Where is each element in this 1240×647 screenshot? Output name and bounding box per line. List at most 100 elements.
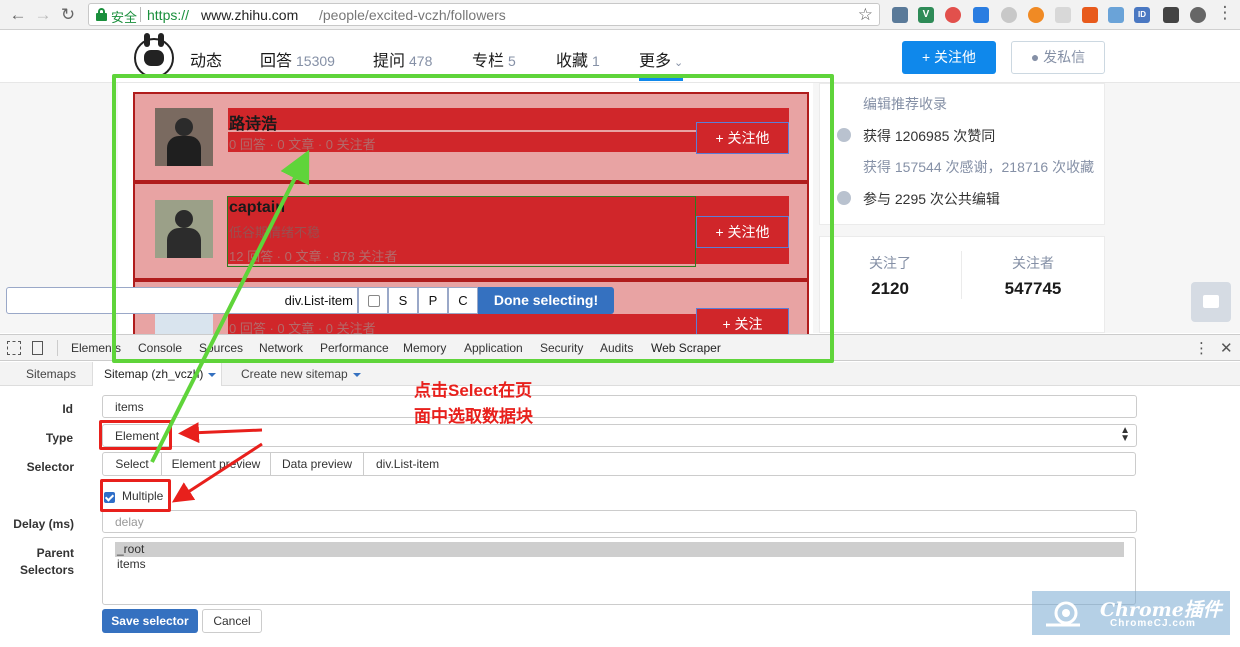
- extension-office-icon[interactable]: [1082, 7, 1098, 23]
- caret-down-icon: [352, 372, 361, 377]
- forward-icon[interactable]: →: [33, 5, 53, 25]
- browser-toolbar: ← → ↻ 安全 https:// www.zhihu.com /people/…: [0, 0, 1240, 30]
- tab-console[interactable]: Console: [138, 341, 182, 355]
- selector-preview-input[interactable]: div.List-item: [6, 287, 358, 314]
- save-selector-button[interactable]: Save selector: [102, 609, 198, 633]
- select-key-p[interactable]: P: [418, 287, 448, 314]
- cancel-button[interactable]: Cancel: [202, 609, 262, 633]
- list-item[interactable]: captain 低谷期情绪不稳 12 回答 · 0 文章 · 878 关注者 +…: [133, 182, 809, 280]
- avatar[interactable]: [134, 33, 174, 78]
- tab-audits[interactable]: Audits: [600, 341, 633, 355]
- tab-elements[interactable]: Elements: [71, 341, 121, 355]
- select-key-c[interactable]: C: [448, 287, 478, 314]
- following-label[interactable]: 关注了: [840, 253, 940, 273]
- tab-performance[interactable]: Performance: [320, 341, 389, 355]
- address-bar[interactable]: 安全 https:// www.zhihu.com /people/excite…: [88, 3, 880, 26]
- extension-v-icon[interactable]: V: [918, 7, 934, 23]
- extension-id-icon[interactable]: ID: [1134, 7, 1150, 23]
- edit-recommend-text[interactable]: 编辑推荐收录: [863, 94, 947, 114]
- parent-option-root[interactable]: _root: [115, 542, 1124, 557]
- selector-label: Selector: [26, 460, 74, 474]
- checkbox-checked-icon[interactable]: [104, 492, 115, 503]
- tab-network[interactable]: Network: [259, 341, 303, 355]
- tab-sources[interactable]: Sources: [199, 341, 243, 355]
- follower-avatar[interactable]: [155, 108, 213, 166]
- extension-icon[interactable]: [945, 7, 961, 23]
- tab-questions[interactable]: 提问 478: [373, 47, 432, 71]
- device-toolbar-icon[interactable]: [32, 341, 43, 355]
- followers-count[interactable]: 547745: [983, 279, 1083, 299]
- follower-avatar[interactable]: [155, 200, 213, 258]
- follow-user-button[interactable]: + 关注: [696, 308, 789, 336]
- message-button[interactable]: ● 发私信: [1011, 41, 1105, 74]
- devtools-tabbar: Elements Console Sources Network Perform…: [0, 334, 1240, 361]
- id-input[interactable]: items: [102, 395, 1137, 418]
- tab-security[interactable]: Security: [540, 341, 583, 355]
- tab-more[interactable]: 更多 ⌄: [639, 47, 683, 71]
- tab-activity[interactable]: 动态: [190, 47, 222, 71]
- tab-memory[interactable]: Memory: [403, 341, 446, 355]
- following-count[interactable]: 2120: [840, 279, 940, 299]
- extension-shield-icon[interactable]: [1055, 7, 1071, 23]
- menu-dots-icon[interactable]: ⋮: [1215, 3, 1235, 23]
- caret-down-icon: [208, 372, 217, 377]
- select-key-s[interactable]: S: [388, 287, 418, 314]
- data-preview-button[interactable]: Data preview: [270, 452, 364, 476]
- bookmark-star-icon[interactable]: ☆: [858, 5, 873, 25]
- delay-input[interactable]: delay: [102, 510, 1137, 533]
- back-icon[interactable]: ←: [8, 5, 28, 25]
- tab-collections[interactable]: 收藏 1: [556, 47, 600, 71]
- extension-icon[interactable]: [892, 7, 908, 23]
- watermark: Chrome插件 ChromeCJ.com: [1032, 591, 1230, 635]
- extension-icon[interactable]: [1190, 7, 1206, 23]
- follower-name[interactable]: captain: [229, 199, 285, 217]
- reload-icon[interactable]: ↻: [58, 5, 78, 25]
- extension-icon[interactable]: [973, 7, 989, 23]
- nav-sitemaps[interactable]: Sitemaps: [26, 367, 76, 381]
- edits-count: 参与 2295 次公共编辑: [863, 191, 1000, 207]
- follower-name[interactable]: 路诗浩: [229, 110, 277, 134]
- parent-selectors-list[interactable]: _root items: [102, 537, 1136, 605]
- plus-icon: +: [921, 49, 935, 65]
- likes-count: 获得 1206985 次赞同: [863, 128, 996, 144]
- multiple-toggle[interactable]: [358, 287, 388, 314]
- nav-current-sitemap[interactable]: Sitemap (zh_vczh): [104, 367, 217, 381]
- active-tab-indicator: [639, 78, 683, 81]
- tab-columns[interactable]: 专栏 5: [472, 47, 516, 71]
- follow-user-button[interactable]: + 关注他: [696, 122, 789, 154]
- followers-label[interactable]: 关注者: [983, 253, 1083, 273]
- edit-icon: [837, 191, 851, 205]
- achievements-card: 编辑推荐收录 获得 1206985 次赞同 获得 157544 次感谢，2187…: [819, 83, 1105, 225]
- url-scheme: https://: [147, 7, 190, 23]
- follower-bio: 低谷期情绪不稳: [229, 225, 321, 240]
- watermark-subtitle: ChromeCJ.com: [1110, 618, 1196, 629]
- thanks-count: 获得 157544 次感谢，218716 次收藏: [863, 159, 1095, 175]
- extension-evernote-icon[interactable]: [1163, 7, 1179, 23]
- element-preview-button[interactable]: Element preview: [161, 452, 271, 476]
- tab-web-scraper[interactable]: Web Scraper: [651, 341, 721, 355]
- inspect-element-icon[interactable]: [7, 341, 21, 355]
- extension-icon[interactable]: [1108, 7, 1124, 23]
- tab-application[interactable]: Application: [464, 341, 523, 355]
- selector-input[interactable]: div.List-item: [363, 452, 1136, 476]
- close-icon[interactable]: ✕: [1220, 339, 1233, 357]
- snail-logo-icon: [1046, 601, 1080, 627]
- done-selecting-button[interactable]: Done selecting!: [478, 287, 614, 314]
- extension-icon[interactable]: [1028, 7, 1044, 23]
- chevron-down-icon: ⌄: [674, 57, 684, 69]
- delay-label: Delay (ms): [13, 517, 74, 531]
- selection-toolbar: div.List-item S P C Done selecting!: [6, 287, 616, 314]
- nav-create-sitemap[interactable]: Create new sitemap: [241, 367, 361, 381]
- type-label: Type: [45, 431, 73, 445]
- extension-icon[interactable]: [1001, 7, 1017, 23]
- list-item[interactable]: 路诗浩 0 回答 · 0 文章 · 0 关注者 + 关注他: [133, 92, 809, 182]
- back-to-top-button[interactable]: [1191, 282, 1231, 322]
- parent-option-items[interactable]: items: [115, 557, 1124, 572]
- tab-answers[interactable]: 回答 15309: [260, 47, 335, 71]
- follow-button[interactable]: + 关注他: [902, 41, 996, 74]
- select-button[interactable]: Select: [102, 452, 162, 476]
- type-select[interactable]: Element ▲ ▼: [102, 424, 1137, 447]
- follow-user-button[interactable]: + 关注他: [696, 216, 789, 248]
- more-options-icon[interactable]: ⋮: [1194, 339, 1209, 357]
- selectors-label: Selectors: [19, 563, 74, 577]
